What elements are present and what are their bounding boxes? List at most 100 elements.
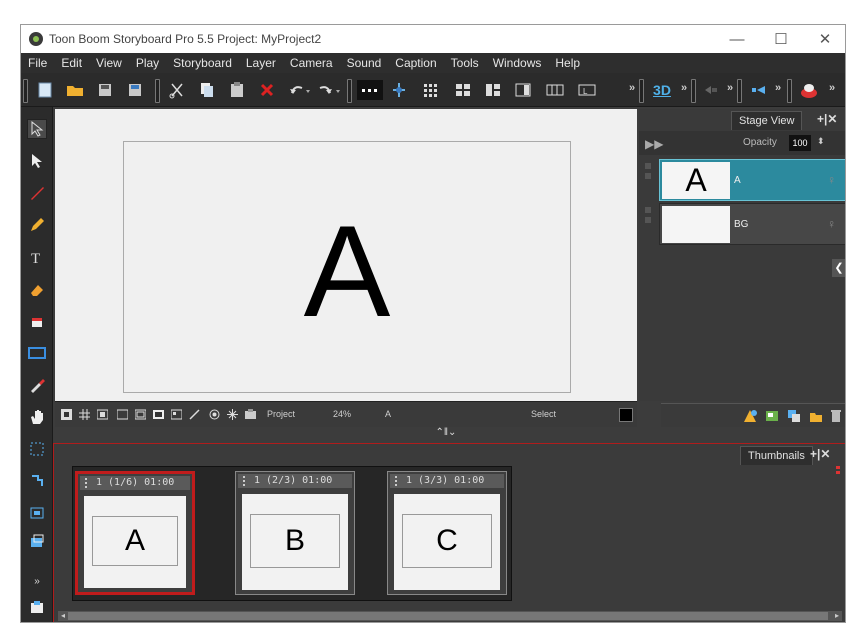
new-vector-layer-icon[interactable] — [743, 409, 757, 423]
camera-layout-icon[interactable]: L — [577, 80, 597, 100]
scroll-left-icon[interactable]: ◂ — [58, 611, 68, 621]
minimize-button[interactable]: — — [715, 25, 759, 53]
toolbar-overflow-icon[interactable]: » — [775, 82, 781, 94]
menu-view[interactable]: View — [89, 53, 129, 73]
toolbar-overflow-icon[interactable]: » — [727, 82, 733, 94]
layer-transform-icon[interactable] — [27, 531, 47, 551]
menu-storyboard[interactable]: Storyboard — [166, 53, 239, 73]
render-icon[interactable] — [245, 409, 256, 420]
new-bitmap-layer-icon[interactable] — [765, 409, 779, 423]
zoom-level[interactable]: 24% — [333, 409, 351, 419]
safe-area-icon[interactable] — [97, 409, 108, 420]
layer-row[interactable]: A A ♀ — [659, 159, 845, 201]
line-tool-icon[interactable] — [189, 409, 200, 420]
hand-tool-icon[interactable] — [27, 407, 47, 427]
fast-forward-icon[interactable]: ▶▶ — [645, 137, 663, 151]
cut-icon[interactable] — [167, 80, 187, 100]
toolbar-overflow-icon[interactable]: » — [681, 82, 687, 94]
toolbar-overflow-icon[interactable]: » — [629, 82, 635, 94]
menu-tools[interactable]: Tools — [444, 53, 486, 73]
layout-split-icon[interactable] — [483, 80, 503, 100]
grid-icon[interactable] — [79, 409, 90, 420]
layer-handle-icon[interactable] — [645, 159, 655, 199]
reset-tool-icon[interactable] — [27, 597, 47, 617]
view-mode-label[interactable]: Project — [267, 409, 295, 419]
menu-file[interactable]: File — [21, 53, 54, 73]
sound-previous-icon[interactable] — [701, 80, 721, 100]
preview-icon[interactable] — [153, 409, 164, 420]
sound-play-icon[interactable] — [749, 80, 769, 100]
storyboard-strip-icon[interactable] — [545, 80, 565, 100]
menu-sound[interactable]: Sound — [340, 53, 389, 73]
scroll-right-icon[interactable]: ▸ — [832, 611, 842, 621]
paste-icon[interactable] — [227, 80, 247, 100]
opacity-stepper-icon[interactable]: ⬍ — [817, 136, 825, 147]
dropper-tool-icon[interactable] — [27, 375, 47, 395]
frame-overlay-icon[interactable] — [117, 409, 128, 420]
menu-layer[interactable]: Layer — [239, 53, 283, 73]
storyboard-panel-card[interactable]: 1 (3/3) 01:00 C — [387, 471, 507, 595]
panel-add-close-icon[interactable]: +|✕ — [810, 447, 830, 461]
save-icon[interactable] — [95, 80, 115, 100]
frame-overlay-2-icon[interactable] — [135, 409, 146, 420]
maximize-button[interactable]: ☐ — [759, 25, 803, 53]
redo-icon[interactable] — [313, 80, 343, 100]
thumbnails-tab[interactable]: Thumbnails — [740, 446, 813, 465]
layer-row[interactable]: BG ♀ — [659, 203, 845, 245]
frame-tool-icon[interactable] — [171, 409, 182, 420]
select-tool-icon[interactable] — [27, 119, 47, 139]
undo-icon[interactable] — [285, 80, 313, 100]
menu-camera[interactable]: Camera — [283, 53, 340, 73]
eraser-tool-icon[interactable] — [27, 279, 47, 299]
onion-skin-icon[interactable] — [799, 80, 819, 100]
scrollbar-thumb[interactable] — [68, 612, 828, 620]
save-as-icon[interactable] — [125, 80, 145, 100]
horizontal-scrollbar[interactable]: ◂ ▸ — [58, 611, 842, 621]
layout-grid-icon[interactable] — [453, 80, 473, 100]
brush-tool-icon[interactable] — [27, 183, 47, 203]
panel-menu-icon[interactable] — [836, 466, 842, 476]
close-button[interactable]: ✕ — [803, 25, 845, 53]
onion-skin-toggle-icon[interactable] — [209, 409, 220, 420]
copy-icon[interactable] — [197, 80, 217, 100]
transform-tool-icon[interactable] — [27, 471, 47, 491]
duplicate-layer-icon[interactable] — [787, 409, 801, 423]
open-folder-icon[interactable] — [65, 80, 85, 100]
camera-tool-icon[interactable] — [27, 503, 47, 523]
menu-play[interactable]: Play — [129, 53, 166, 73]
current-color-swatch[interactable] — [619, 408, 633, 422]
panel-add-close-icon[interactable]: +|✕ — [817, 112, 837, 126]
stage-view-canvas[interactable]: A — [55, 109, 637, 401]
stage-view-mode-icon[interactable] — [357, 80, 383, 100]
view-splitter-arrows-icon[interactable]: ⌃‖⌄ — [421, 427, 471, 439]
3d-mode-icon[interactable]: 3D — [649, 80, 675, 100]
stage-view-tab[interactable]: Stage View — [731, 111, 803, 130]
menu-help[interactable]: Help — [548, 53, 587, 73]
menu-edit[interactable]: Edit — [54, 53, 89, 73]
light-table-icon[interactable]: ♀ — [827, 217, 836, 231]
new-project-icon[interactable] — [35, 80, 55, 100]
timeline-view-icon[interactable] — [389, 80, 409, 100]
trash-icon[interactable] — [829, 409, 843, 423]
paint-tool-icon[interactable] — [27, 311, 47, 331]
camera-view-icon[interactable] — [61, 409, 72, 420]
opacity-field[interactable]: 100 — [789, 135, 811, 151]
menu-windows[interactable]: Windows — [486, 53, 549, 73]
tools-expand-icon[interactable]: » — [27, 571, 47, 591]
layer-folder-icon[interactable] — [809, 409, 823, 423]
rectangle-tool-icon[interactable] — [27, 343, 47, 363]
text-tool-icon[interactable]: T — [27, 247, 47, 267]
selection-marquee-icon[interactable] — [27, 439, 47, 459]
thumbnail-grid-icon[interactable] — [421, 80, 441, 100]
toolbar-overflow-icon[interactable]: » — [829, 82, 835, 94]
storyboard-panel-card[interactable]: 1 (2/3) 01:00 B — [235, 471, 355, 595]
collapse-panel-icon[interactable]: ❮ — [832, 259, 845, 277]
contour-editor-icon[interactable] — [27, 151, 47, 171]
layout-panel-icon[interactable] — [513, 80, 533, 100]
light-table-icon[interactable] — [227, 409, 238, 420]
pencil-tool-icon[interactable] — [27, 215, 47, 235]
layer-handle-icon[interactable] — [645, 203, 655, 243]
storyboard-panel-card[interactable]: 1 (1/6) 01:00 A — [75, 471, 195, 595]
delete-icon[interactable] — [257, 80, 277, 100]
menu-caption[interactable]: Caption — [388, 53, 443, 73]
